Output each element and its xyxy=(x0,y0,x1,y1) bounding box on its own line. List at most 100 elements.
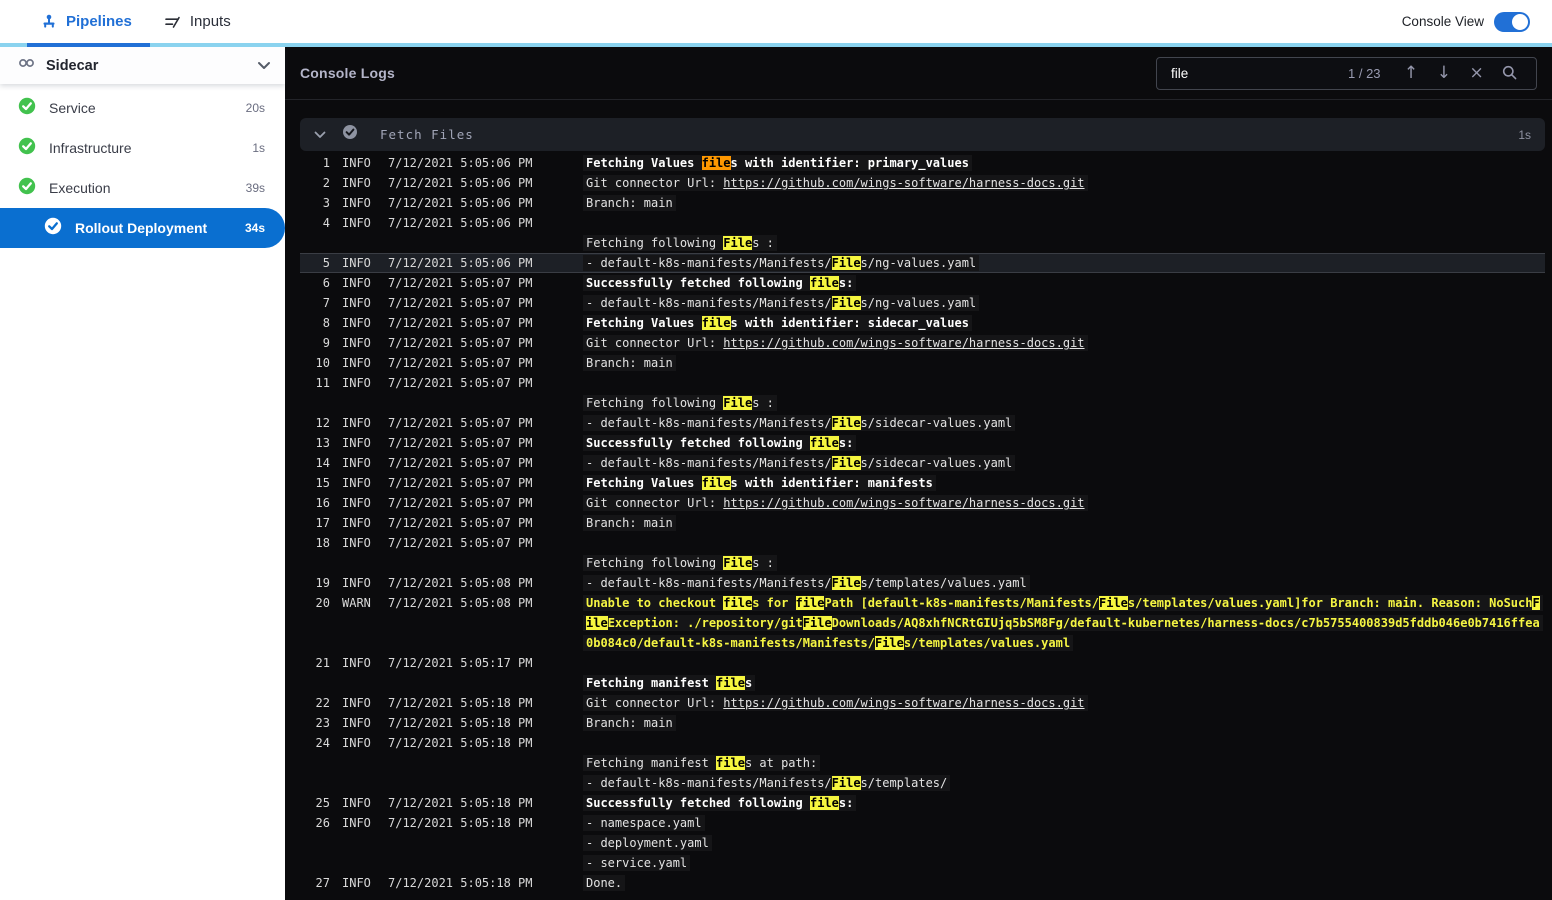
log-line[interactable]: Fetching manifest files xyxy=(300,673,1545,693)
search-close-icon[interactable]: × xyxy=(1460,58,1493,89)
log-line[interactable]: Fetching following Files : xyxy=(300,553,1545,573)
log-line[interactable]: 0b084c0/default-k8s-manifests/Manifests/… xyxy=(300,633,1545,653)
log-message: Branch: main xyxy=(583,193,1545,213)
log-message: Fetching Values files with identifier: p… xyxy=(583,153,1545,173)
log-message: - default-k8s-manifests/Manifests/Files/… xyxy=(583,453,1545,473)
log-line[interactable]: 9 INFO 7/12/2021 5:05:07 PM Git connector U… xyxy=(300,333,1545,353)
log-line[interactable]: Fetching manifest files at path: xyxy=(300,753,1545,773)
log-timestamp: 7/12/2021 5:05:08 PM xyxy=(388,576,533,590)
log-line[interactable]: 27 INFO 7/12/2021 5:05:18 PM Done. xyxy=(300,873,1545,893)
search-prev-button[interactable]: ↑ xyxy=(1395,58,1428,89)
log-line[interactable]: - service.yaml xyxy=(300,853,1545,873)
log-message: 0b084c0/default-k8s-manifests/Manifests/… xyxy=(583,633,1545,653)
log-level: INFO xyxy=(342,316,371,330)
log-level: INFO xyxy=(342,716,371,730)
console-view-control: Console View xyxy=(1402,11,1530,32)
log-timestamp: 7/12/2021 5:05:07 PM xyxy=(388,336,533,350)
console-header: Console Logs 1 / 23 ↑ ↓ × xyxy=(285,47,1552,100)
sidebar-item-rollout-deployment[interactable]: Rollout Deployment 34s xyxy=(0,208,285,248)
log-line[interactable]: 23 INFO 7/12/2021 5:05:18 PM Branch: main xyxy=(300,713,1545,733)
inputs-icon xyxy=(164,14,181,30)
sidebar-group-sidecar[interactable]: Sidecar xyxy=(0,47,285,84)
chevron-down-icon[interactable] xyxy=(314,126,326,144)
log-line[interactable]: 14 INFO 7/12/2021 5:05:07 PM - default-k8s-… xyxy=(300,453,1545,473)
log-line[interactable]: 25 INFO 7/12/2021 5:05:18 PM Successfully f… xyxy=(300,793,1545,813)
log-timestamp: 7/12/2021 5:05:08 PM xyxy=(388,596,533,610)
log-line[interactable]: 1 INFO 7/12/2021 5:05:06 PM Fetching Values… xyxy=(300,153,1545,173)
log-line-number: 1 xyxy=(322,156,330,170)
log-rows: 1 INFO 7/12/2021 5:05:06 PM Fetching Values… xyxy=(300,153,1545,893)
pipelines-icon xyxy=(41,14,57,30)
log-line[interactable]: Fetching following Files : xyxy=(300,233,1545,253)
log-message: - default-k8s-manifests/Manifests/Files/… xyxy=(583,773,1545,793)
log-line-number: 11 xyxy=(315,376,330,390)
log-line[interactable]: 22 INFO 7/12/2021 5:05:18 PM Git connector … xyxy=(300,693,1545,713)
log-level: INFO xyxy=(342,536,371,550)
log-line[interactable]: 4 INFO 7/12/2021 5:05:06 PM xyxy=(300,213,1545,233)
log-line[interactable]: 8 INFO 7/12/2021 5:05:07 PM Fetching Values… xyxy=(300,313,1545,333)
log-message: Fetching manifest files xyxy=(583,673,1545,693)
search-match-counter: 1 / 23 xyxy=(1348,65,1381,81)
sidebar-item-execution[interactable]: Execution 39s xyxy=(0,168,285,208)
log-line[interactable]: 17 INFO 7/12/2021 5:05:07 PM Branch: main xyxy=(300,513,1545,533)
log-line[interactable]: 16 INFO 7/12/2021 5:05:07 PM Git connector … xyxy=(300,493,1545,513)
log-line[interactable]: 18 INFO 7/12/2021 5:05:07 PM xyxy=(300,533,1545,553)
log-timestamp: 7/12/2021 5:05:07 PM xyxy=(388,376,533,390)
log-section-header[interactable]: Fetch Files 1s xyxy=(300,118,1545,151)
log-line-number: 16 xyxy=(315,496,330,510)
log-section: Fetch Files 1s 1 INFO 7/12/2021 5:05:06 PM… xyxy=(300,118,1545,893)
console-view-toggle[interactable] xyxy=(1494,11,1530,32)
log-line[interactable]: 24 INFO 7/12/2021 5:05:18 PM xyxy=(300,733,1545,753)
log-link[interactable]: https://github.com/wings-software/harnes… xyxy=(723,336,1084,350)
log-message: Successfully fetched following files: xyxy=(583,273,1545,293)
log-line[interactable]: 13 INFO 7/12/2021 5:05:07 PM Successfully f… xyxy=(300,433,1545,453)
log-level: INFO xyxy=(342,156,371,170)
log-line[interactable]: 7 INFO 7/12/2021 5:05:07 PM - default-k8s-m… xyxy=(300,293,1545,313)
chevron-down-icon[interactable] xyxy=(257,57,271,75)
log-timestamp: 7/12/2021 5:05:06 PM xyxy=(388,156,533,170)
log-line[interactable]: - deployment.yaml xyxy=(300,833,1545,853)
log-line[interactable]: 2 INFO 7/12/2021 5:05:06 PM Git connector U… xyxy=(300,173,1545,193)
sidebar-item-service[interactable]: Service 20s xyxy=(0,88,285,128)
log-timestamp: 7/12/2021 5:05:07 PM xyxy=(388,356,533,370)
log-line[interactable]: 15 INFO 7/12/2021 5:05:07 PM Fetching Value… xyxy=(300,473,1545,493)
log-line[interactable]: 6 INFO 7/12/2021 5:05:07 PM Successfully fe… xyxy=(300,273,1545,293)
sidebar-item-duration: 39s xyxy=(245,181,265,195)
log-line[interactable]: 11 INFO 7/12/2021 5:05:07 PM xyxy=(300,373,1545,393)
success-check-icon xyxy=(18,137,36,160)
log-line[interactable]: 21 INFO 7/12/2021 5:05:17 PM xyxy=(300,653,1545,673)
top-tabs: Pipelines Inputs xyxy=(27,0,249,47)
log-link[interactable]: https://github.com/wings-software/harnes… xyxy=(723,496,1084,510)
success-check-icon xyxy=(18,97,36,120)
log-timestamp: 7/12/2021 5:05:06 PM xyxy=(388,256,533,270)
sidebar-item-infrastructure[interactable]: Infrastructure 1s xyxy=(0,128,285,168)
search-next-button[interactable]: ↓ xyxy=(1427,58,1460,89)
log-line[interactable]: ileException: ./repository/gitFileDownlo… xyxy=(300,613,1545,633)
log-message: - default-k8s-manifests/Manifests/Files/… xyxy=(583,573,1545,593)
log-level: WARN xyxy=(342,596,371,610)
log-level: INFO xyxy=(342,516,371,530)
log-line[interactable]: 20 WARN 7/12/2021 5:05:08 PM Unable to chec… xyxy=(300,593,1545,613)
sidebar-item-duration: 1s xyxy=(252,141,265,155)
log-line[interactable]: 10 INFO 7/12/2021 5:05:07 PM Branch: main xyxy=(300,353,1545,373)
log-link[interactable]: https://github.com/wings-software/harnes… xyxy=(723,696,1084,710)
log-line-number: 8 xyxy=(322,316,330,330)
log-link[interactable]: https://github.com/wings-software/harnes… xyxy=(723,176,1084,190)
search-icon[interactable] xyxy=(1493,58,1526,89)
log-line[interactable]: Fetching following Files : xyxy=(300,393,1545,413)
log-line[interactable]: 12 INFO 7/12/2021 5:05:07 PM - default-k8s-… xyxy=(300,413,1545,433)
log-message: Git connector Url: https://github.com/wi… xyxy=(583,173,1545,193)
tab-inputs[interactable]: Inputs xyxy=(150,0,249,43)
log-line[interactable]: 5 INFO 7/12/2021 5:05:06 PM - default-k8s-m… xyxy=(300,253,1545,273)
log-line-number: 7 xyxy=(322,296,330,310)
log-line[interactable]: 19 INFO 7/12/2021 5:05:08 PM - default-k8s-… xyxy=(300,573,1545,593)
log-line-number: 14 xyxy=(315,456,330,470)
log-level: INFO xyxy=(342,476,371,490)
search-input[interactable] xyxy=(1171,65,1348,81)
log-line[interactable]: 3 INFO 7/12/2021 5:05:06 PM Branch: main xyxy=(300,193,1545,213)
log-level: INFO xyxy=(342,496,371,510)
log-line[interactable]: 26 INFO 7/12/2021 5:05:18 PM - namespace.ya… xyxy=(300,813,1545,833)
tab-pipelines[interactable]: Pipelines xyxy=(27,0,150,47)
log-line[interactable]: - default-k8s-manifests/Manifests/Files/… xyxy=(300,773,1545,793)
log-timestamp: 7/12/2021 5:05:06 PM xyxy=(388,176,533,190)
